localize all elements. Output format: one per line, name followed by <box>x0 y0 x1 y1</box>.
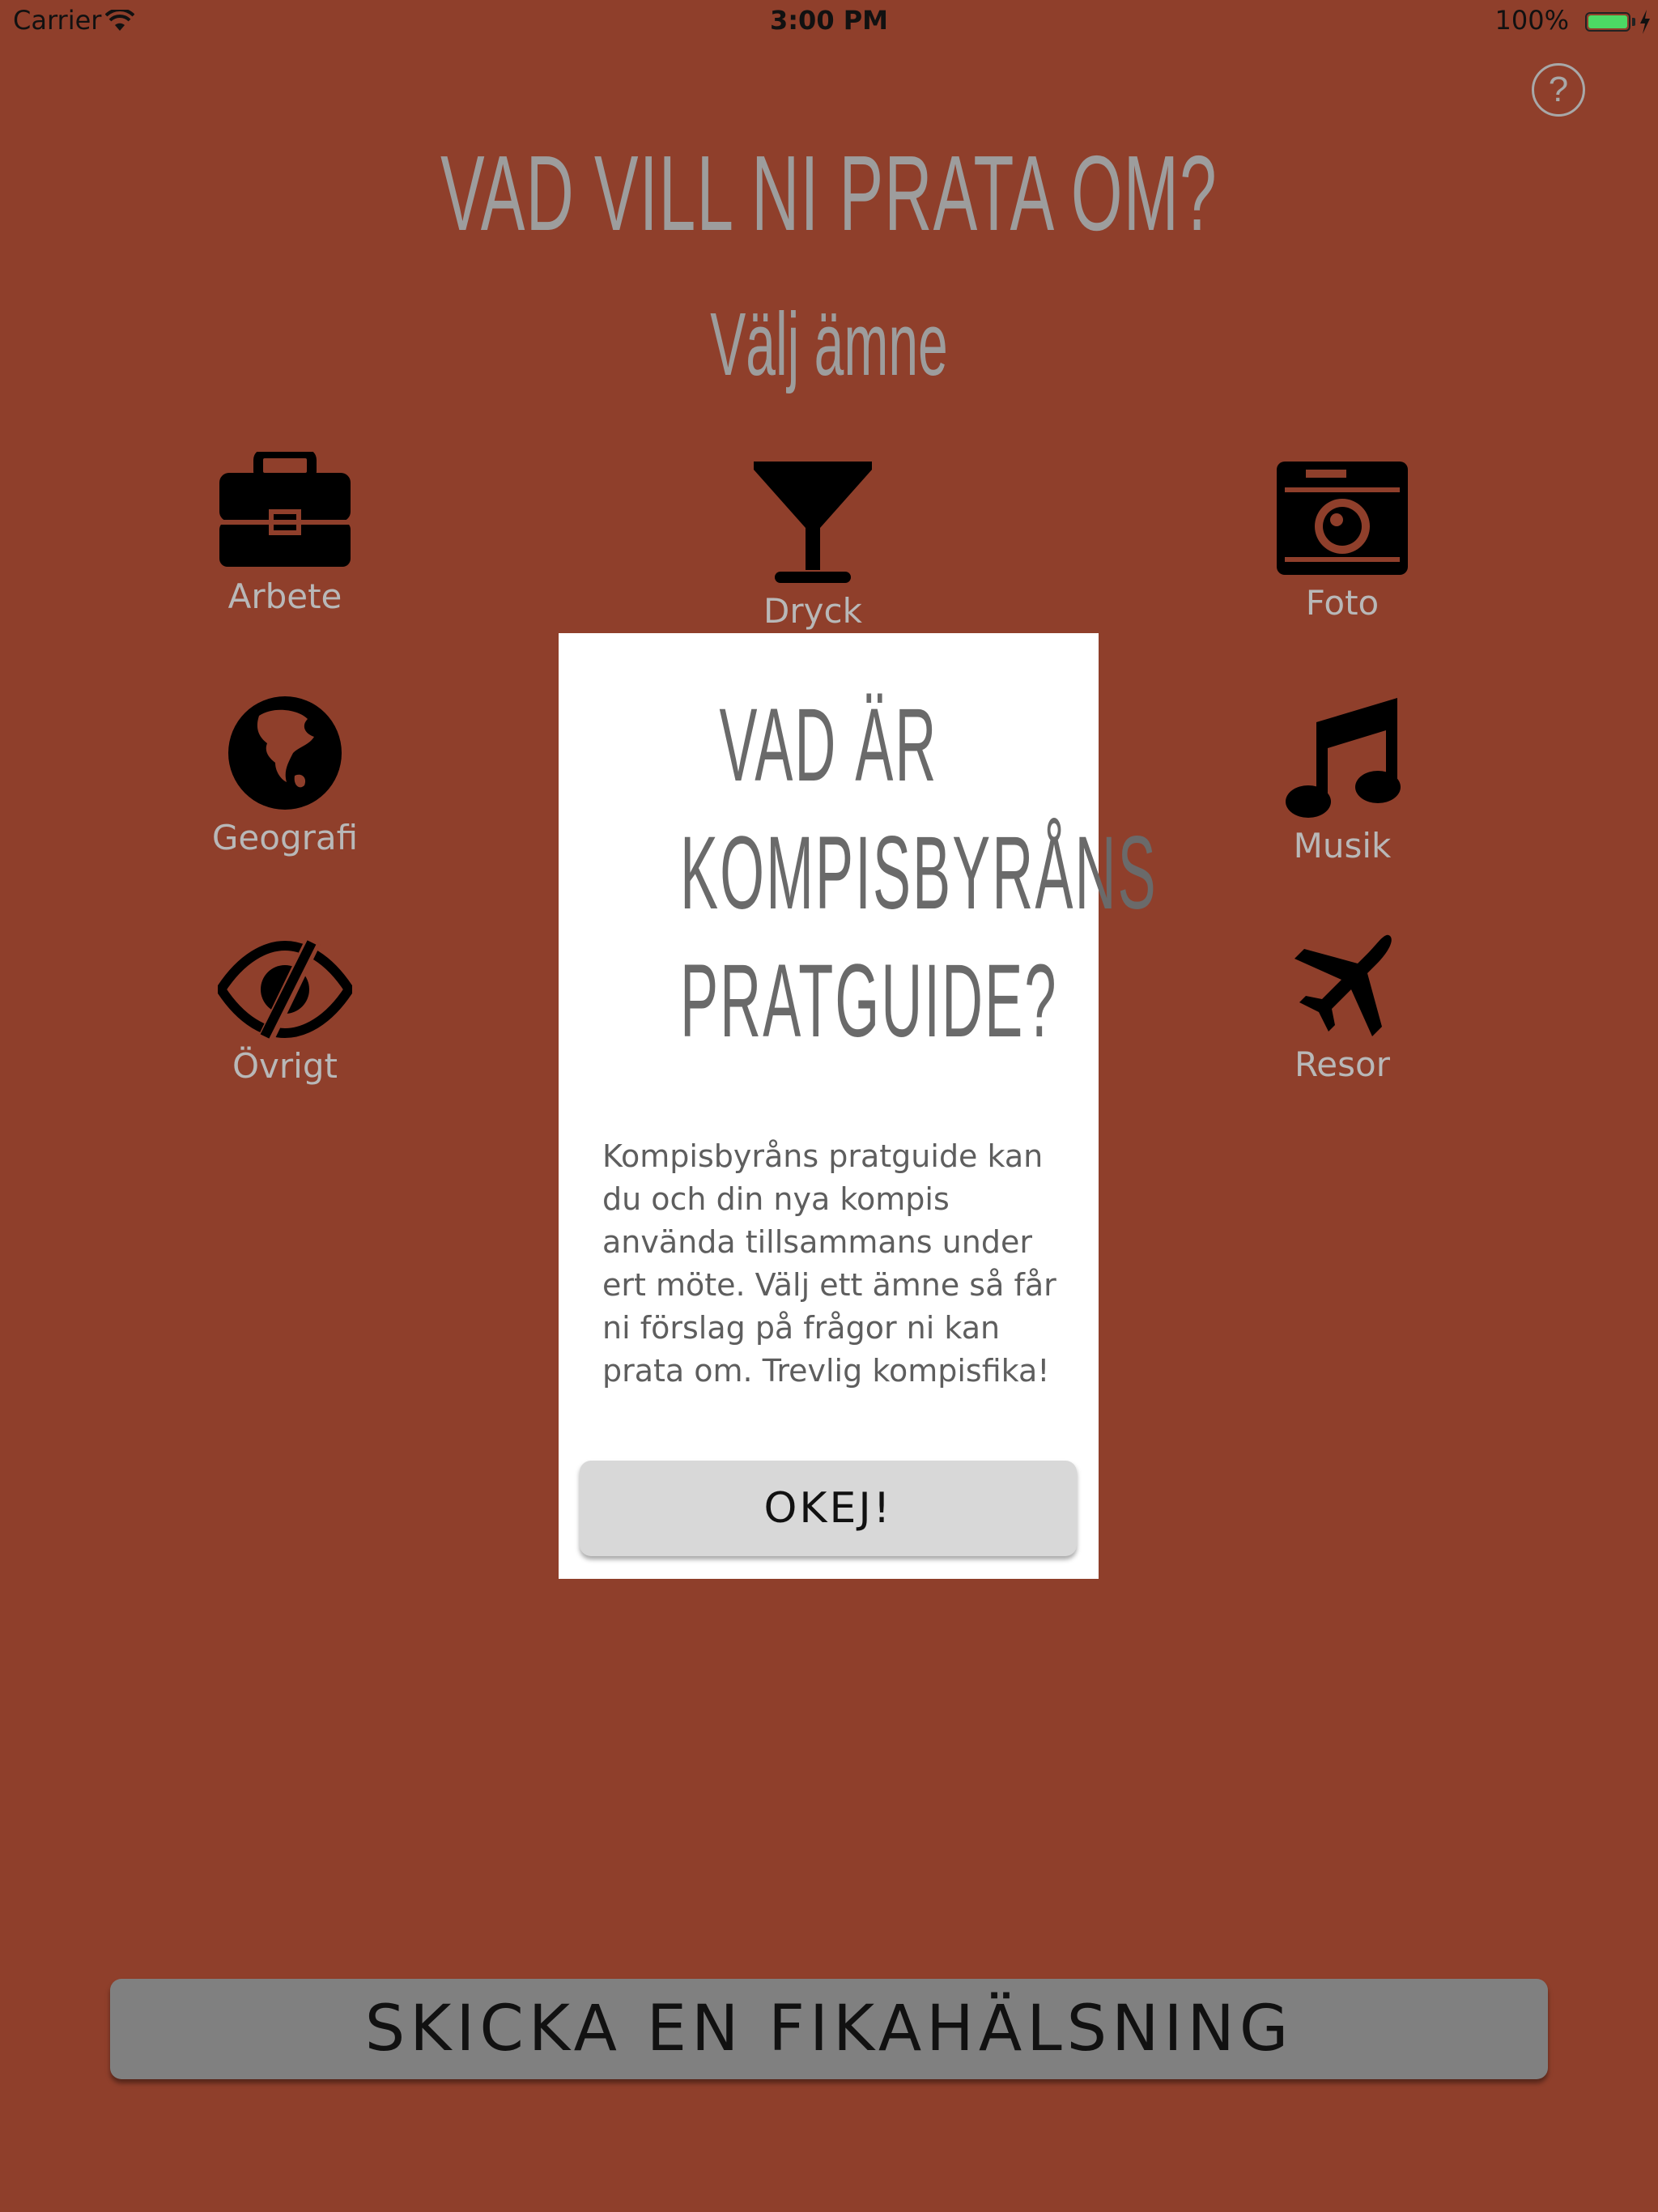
page-title: VAD VILL NI PRATA OM? <box>440 134 1218 253</box>
battery-percentage: 100% <box>1494 5 1569 36</box>
topic-arbete[interactable]: Arbete <box>164 452 406 616</box>
modal-title-line: PRATGUIDE? <box>680 943 1058 1059</box>
eye-slash-icon <box>218 939 352 1040</box>
topic-label: Foto <box>1305 583 1380 623</box>
topic-label: Dryck <box>763 591 862 631</box>
topic-musik[interactable]: Musik <box>1221 695 1464 866</box>
music-note-icon <box>1286 698 1401 818</box>
page-subtitle: Välj ämne <box>710 295 948 394</box>
modal-title-line: KOMPISBYRÅNS <box>680 815 1158 931</box>
briefcase-icon <box>219 452 351 567</box>
send-fika-greeting-button[interactable]: SKICKA EN FIKAHÄLSNING <box>110 1979 1548 2079</box>
modal-title-line: VAD ÄR <box>719 687 938 803</box>
help-button[interactable]: ? <box>1532 63 1585 117</box>
topic-label: Övrigt <box>232 1046 338 1086</box>
topic-geografi[interactable]: Geografi <box>164 695 406 857</box>
topic-resor[interactable]: Resor <box>1221 929 1464 1084</box>
battery-icon <box>1585 12 1630 32</box>
okej-button[interactable]: OKEJ! <box>580 1461 1077 1556</box>
camera-icon <box>1277 462 1408 575</box>
topic-foto[interactable]: Foto <box>1221 460 1464 623</box>
topic-label: Geografi <box>211 818 359 857</box>
cocktail-glass-icon <box>754 462 872 583</box>
modal-title: VAD ÄR KOMPISBYRÅNS PRATGUIDE? <box>680 682 1158 1066</box>
globe-icon <box>228 696 342 810</box>
topic-label: Arbete <box>227 576 342 616</box>
topic-dryck[interactable]: Dryck <box>691 460 934 631</box>
topic-ovrigt[interactable]: Övrigt <box>164 939 406 1086</box>
topic-label: Musik <box>1293 826 1392 866</box>
airplane-icon <box>1295 934 1392 1036</box>
status-bar: Carrier 3:00 PM 100% <box>0 0 1658 45</box>
modal-body-text: Kompisbyråns pratguide kan du och din ny… <box>602 1138 1056 1389</box>
clock: 3:00 PM <box>769 5 889 36</box>
info-modal: VAD ÄR KOMPISBYRÅNS PRATGUIDE? Kompisbyr… <box>559 633 1158 1579</box>
battery-tip <box>1632 18 1635 26</box>
topic-label: Resor <box>1295 1044 1390 1084</box>
charging-bolt-icon <box>1640 10 1650 34</box>
